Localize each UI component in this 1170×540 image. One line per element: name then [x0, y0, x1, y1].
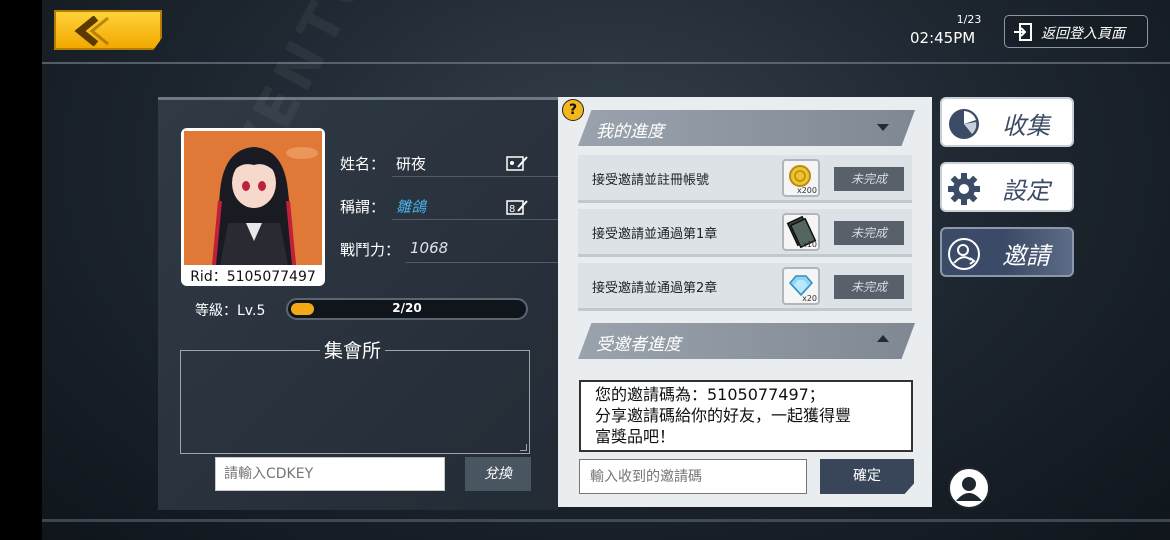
caret-down-icon — [877, 124, 889, 131]
return-label: 返回登入頁面 — [1041, 26, 1125, 42]
gear-icon — [948, 173, 980, 205]
invite-code-message: 您的邀請碼為：5105077497； 分享邀請碼給你的好友，一起獲得豐 富獎品吧… — [579, 380, 913, 452]
cdkey-input[interactable] — [215, 457, 445, 491]
invite-panel: ? 我的進度 接受邀請並註冊帳號 x200 未完成 接受邀請並通過第1章 x10… — [558, 97, 932, 507]
title-label: 稱謂： — [340, 198, 386, 216]
task-label: 接受邀請並通過第1章 — [592, 227, 718, 242]
status-badge: 未完成 — [834, 221, 904, 245]
pie-chart-icon — [949, 109, 979, 139]
exp-bar: 2/20 — [286, 298, 528, 320]
clock-label: 02:45PM — [910, 29, 976, 47]
level-label: 等級：Lv.5 — [195, 303, 266, 319]
user-profile-icon[interactable] — [948, 467, 990, 509]
invite-code-input[interactable] — [579, 459, 807, 494]
name-value: 研夜 — [396, 155, 427, 173]
reward-count: x20 — [802, 294, 817, 303]
invite-message-line: 分享邀請碼給你的好友，一起獲得豐 — [595, 406, 852, 425]
invitee-progress-header[interactable]: 受邀者進度 — [578, 323, 915, 359]
login-icon — [1014, 23, 1032, 41]
title-underline — [392, 219, 572, 220]
task-row: 接受邀請並註冊帳號 x200 未完成 — [578, 155, 912, 203]
diamond-icon[interactable]: x20 — [782, 267, 820, 305]
exp-text: 2/20 — [392, 301, 422, 315]
task-row: 接受邀請並通過第1章 x10 未完成 — [578, 209, 912, 257]
power-value: 1068 — [410, 239, 449, 257]
confirm-button[interactable]: 確定 — [820, 459, 914, 494]
my-progress-header[interactable]: 我的進度 — [578, 110, 915, 146]
invite-message-line: 您的邀請碼為：5105077497； — [595, 385, 825, 404]
help-icon[interactable]: ? — [562, 99, 584, 121]
invite-label: 邀請 — [1002, 242, 1050, 270]
game-screen: 1/23 02:45PM 返回登入頁面 AVENTURA Rid：5105077… — [42, 0, 1170, 540]
gold-coin-icon[interactable]: x200 — [782, 159, 820, 197]
profile-panel: AVENTURA Rid：5105077497 姓名： 研夜 稱謂： 雛鴿 8 … — [158, 0, 572, 510]
task-label: 接受邀請並註冊帳號 — [592, 173, 710, 188]
hall-title: 集會所 — [320, 336, 386, 363]
name-row: 姓名： 研夜 — [340, 153, 572, 177]
svg-text:8: 8 — [509, 204, 515, 215]
power-label: 戰鬥力： — [340, 241, 401, 259]
name-underline — [392, 176, 572, 177]
my-progress-title: 我的進度 — [596, 122, 664, 142]
invite-button[interactable]: 邀請 — [940, 227, 1074, 277]
reward-count: x200 — [797, 186, 817, 195]
rid-label: Rid：5105077497 — [190, 269, 316, 285]
character-portrait — [184, 131, 322, 265]
return-to-login-button[interactable]: 返回登入頁面 — [1004, 15, 1148, 48]
title-row: 稱謂： 雛鴿 — [340, 196, 572, 220]
edit-title-icon[interactable]: 8 — [506, 199, 528, 215]
chevron-left-icon — [74, 16, 109, 46]
avatar[interactable]: Rid：5105077497 — [181, 128, 325, 286]
task-row: 接受邀請並通過第2章 x20 未完成 — [578, 263, 912, 311]
settings-button[interactable]: 設定 — [940, 162, 1074, 212]
power-underline — [406, 262, 572, 263]
status-badge: 未完成 — [834, 167, 904, 191]
name-label: 姓名： — [340, 155, 386, 173]
reward-count: x10 — [802, 240, 817, 249]
status-badge: 未完成 — [834, 275, 904, 299]
settings-label: 設定 — [1002, 177, 1050, 205]
redeem-button[interactable]: 兌換 — [465, 457, 531, 491]
back-button[interactable] — [54, 10, 162, 50]
title-value: 雛鴿 — [396, 198, 427, 216]
invitee-progress-title: 受邀者進度 — [596, 335, 681, 355]
card-pack-icon[interactable]: x10 — [782, 213, 820, 251]
invite-user-icon — [948, 238, 980, 270]
caret-up-icon — [877, 335, 889, 342]
edit-name-icon[interactable] — [506, 155, 528, 171]
collect-label: 收集 — [1002, 112, 1050, 140]
collect-button[interactable]: 收集 — [940, 97, 1074, 147]
task-label: 接受邀請並通過第2章 — [592, 281, 718, 296]
power-row: 戰鬥力： 1068 — [340, 239, 572, 263]
invite-message-line: 富獎品吧！ — [595, 427, 676, 446]
date-label: 1/23 — [956, 13, 982, 26]
hall-textarea[interactable] — [180, 350, 530, 454]
